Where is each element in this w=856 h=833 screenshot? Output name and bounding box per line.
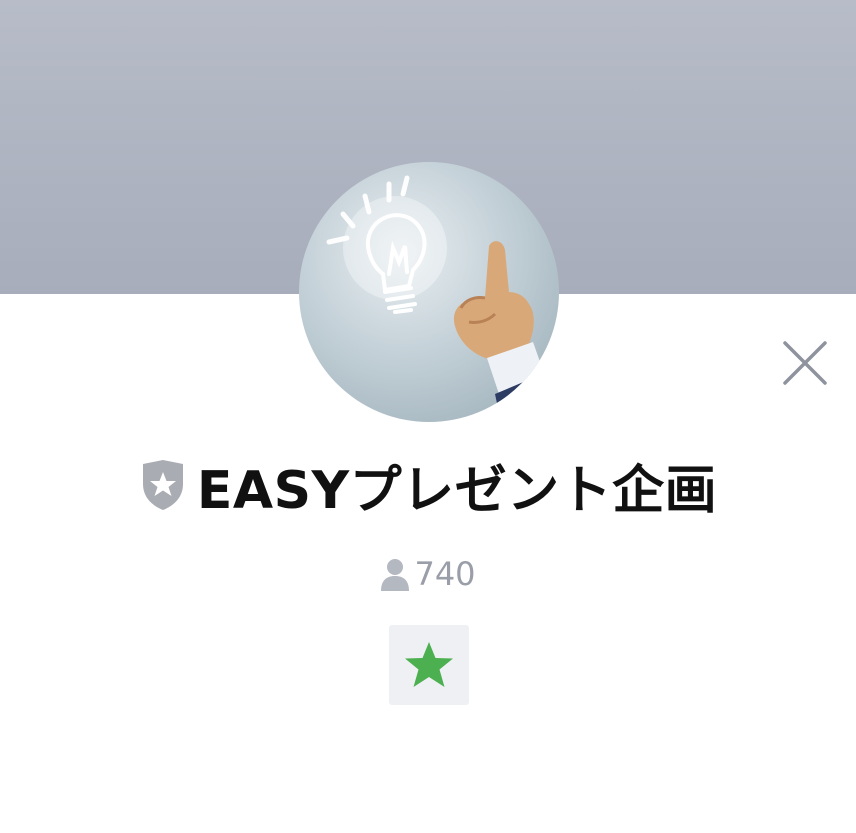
favorite-button[interactable] (389, 625, 469, 705)
shield-star-icon (139, 458, 187, 512)
profile-title-row: EASYプレゼント企画 (0, 448, 856, 522)
follower-count: 740 (414, 555, 476, 593)
close-icon (783, 341, 827, 385)
close-button[interactable] (777, 335, 833, 391)
profile-name: EASYプレゼント企画 (196, 460, 718, 521)
star-icon (405, 642, 453, 687)
person-icon (380, 557, 410, 591)
profile-avatar[interactable] (299, 162, 559, 422)
lightbulb-pointing-image (326, 175, 559, 422)
follower-info: 740 (0, 552, 856, 596)
